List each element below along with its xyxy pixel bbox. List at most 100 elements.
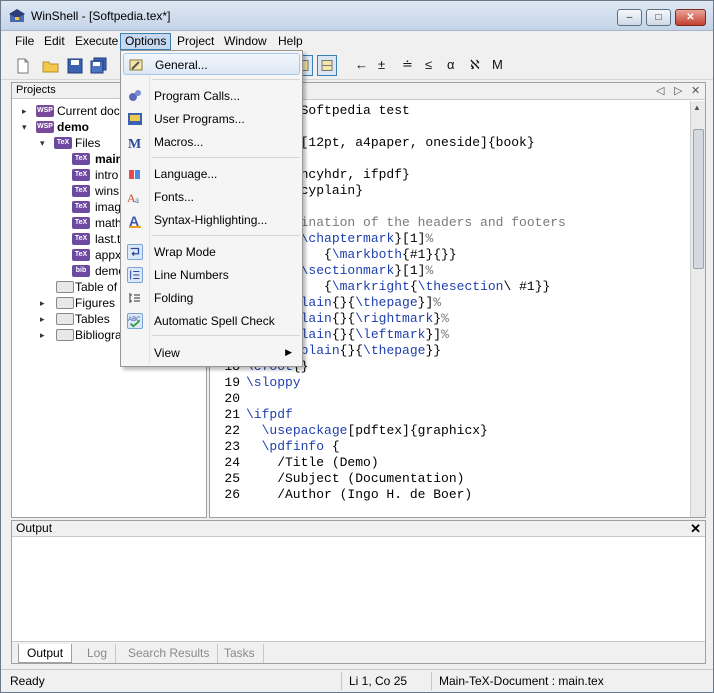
menu-edit[interactable]: Edit <box>40 33 69 50</box>
tree-item-label: main <box>95 152 124 166</box>
tree-item-label: last.t <box>95 232 121 246</box>
collapse-arrow-icon[interactable]: ▾ <box>40 135 50 151</box>
tree-item-label: intro <box>95 168 119 182</box>
options-menu-item[interactable]: Line Numbers <box>123 264 300 286</box>
tab-output[interactable]: Output <box>18 644 73 663</box>
editor-scrollbar[interactable]: ▲ <box>690 101 705 517</box>
expand-arrow-icon[interactable]: ▸ <box>40 311 50 327</box>
output-close-icon[interactable]: ✕ <box>690 521 701 537</box>
tex-icon: TeX <box>72 201 90 213</box>
tree-item-label: Current doc <box>57 104 120 118</box>
leq-symbol-button[interactable]: ≤ <box>425 57 432 72</box>
code-token: } <box>433 311 442 326</box>
code-token: \rightmark <box>355 311 434 326</box>
menu-separator <box>152 79 300 80</box>
code-text: \sloppy <box>246 375 301 391</box>
code-token: [pdftex]{graphicx} <box>347 423 488 438</box>
line-number: 23 <box>224 439 240 454</box>
options-menu-item[interactable]: User Programs... <box>123 108 300 130</box>
save-all-icon[interactable] <box>89 56 109 76</box>
toggle-view-b-icon[interactable] <box>317 55 337 76</box>
fonts-icon: Aa <box>127 191 139 205</box>
close-document-icon[interactable]: ✕ <box>691 84 700 97</box>
document-icon <box>56 281 74 293</box>
plusminus-symbol-button[interactable]: ± <box>378 57 385 72</box>
tab-log[interactable]: Log <box>79 644 117 663</box>
code-text: \pdfinfo { <box>246 439 340 455</box>
menu-item-label: Macros... <box>154 135 204 149</box>
document-icon <box>56 313 74 325</box>
line-number: 20 <box>224 391 240 406</box>
tab-tasks[interactable]: Tasks <box>216 644 264 663</box>
code-token: % <box>425 231 434 246</box>
code-token: {}{ <box>339 343 364 358</box>
options-menu-item[interactable]: ABC Automatic Spell Check <box>123 310 300 332</box>
menu-options[interactable]: Options <box>120 33 172 50</box>
menu-item-label: Fonts... <box>154 190 195 204</box>
status-separator <box>431 672 432 690</box>
prev-document-icon[interactable]: ◁ <box>656 84 664 97</box>
open-folder-icon[interactable] <box>41 56 61 76</box>
code-token: }] <box>417 295 434 310</box>
code-token: { <box>409 279 418 294</box>
options-menu-item[interactable]: Wrap Mode <box>123 241 300 263</box>
save-icon[interactable] <box>65 56 85 76</box>
menu-separator <box>152 335 300 336</box>
options-menu-item[interactable]: Folding <box>123 287 300 309</box>
menu-project[interactable]: Project <box>173 33 218 50</box>
code-token: \thepage <box>355 295 418 310</box>
options-menu-item[interactable]: M Macros... <box>123 131 300 153</box>
menu-window[interactable]: Window <box>220 33 271 50</box>
code-text: /Subject (Documentation) <box>246 471 464 487</box>
aleph-symbol-button[interactable]: ℵ <box>470 57 480 73</box>
code-token: \leftmark <box>355 327 426 342</box>
code-token: \markright <box>331 279 410 294</box>
arrow-symbol-button[interactable]: ← <box>355 57 368 72</box>
output-tab-strip: Output Log Search Results Tasks <box>12 641 705 663</box>
options-menu-item[interactable]: Aa Fonts... <box>123 186 300 208</box>
code-token: /Title (Demo) <box>246 455 379 470</box>
line-number: 19 <box>224 375 240 390</box>
options-menu-item[interactable]: General... <box>123 53 300 75</box>
menu-item-label: Line Numbers <box>154 268 229 282</box>
code-token: {}{ <box>331 327 356 342</box>
options-menu-item[interactable]: Language... <box>123 163 300 185</box>
minimize-button[interactable]: – <box>617 9 642 26</box>
menu-execute[interactable]: Execute <box>71 33 122 50</box>
expand-arrow-icon[interactable]: ▸ <box>40 295 50 311</box>
options-menu-item[interactable]: Program Calls... <box>123 85 300 107</box>
new-file-icon[interactable] <box>13 56 33 76</box>
tex-icon: TeX <box>72 233 90 245</box>
scroll-up-icon[interactable]: ▲ <box>693 103 701 112</box>
code-token: /Subject (Documentation) <box>246 471 465 486</box>
tab-search-results[interactable]: Search Results <box>120 644 219 663</box>
options-menu-item[interactable]: A Syntax-Highlighting... <box>123 209 300 231</box>
math-mode-button[interactable]: M <box>492 57 503 72</box>
code-text: \usepackage[pdftex]{graphicx} <box>246 423 488 439</box>
menu-help[interactable]: Help <box>274 33 307 50</box>
expand-arrow-icon[interactable]: ▸ <box>40 327 50 343</box>
tex-icon: TeX <box>72 153 90 165</box>
expand-arrow-icon[interactable]: ▸ <box>22 103 32 119</box>
code-token: \markboth <box>331 247 403 262</box>
next-document-icon[interactable]: ▷ <box>674 84 682 97</box>
maximize-button[interactable]: □ <box>646 9 671 26</box>
wsp-icon: WSP <box>36 121 54 133</box>
folding-icon <box>129 293 140 303</box>
output-panel: Output ✕ Output Log Search Results Tasks <box>11 520 706 664</box>
collapse-arrow-icon[interactable]: ▾ <box>22 119 32 135</box>
code-token: }] <box>425 327 442 342</box>
scrollbar-thumb[interactable] <box>693 129 704 269</box>
menu-item-label: User Programs... <box>154 112 245 126</box>
menu-file[interactable]: File <box>11 33 38 50</box>
close-button[interactable]: ✕ <box>675 9 706 26</box>
gears-icon <box>129 90 141 101</box>
options-menu-item[interactable]: View ▶ <box>123 342 300 364</box>
approx-symbol-button[interactable]: ≐ <box>402 57 413 73</box>
tree-item-label: Tables <box>75 312 110 326</box>
status-separator <box>341 672 342 690</box>
menu-item-label: Automatic Spell Check <box>154 314 275 328</box>
alpha-symbol-button[interactable]: α <box>447 57 455 72</box>
tree-item-label: demo <box>57 120 90 134</box>
